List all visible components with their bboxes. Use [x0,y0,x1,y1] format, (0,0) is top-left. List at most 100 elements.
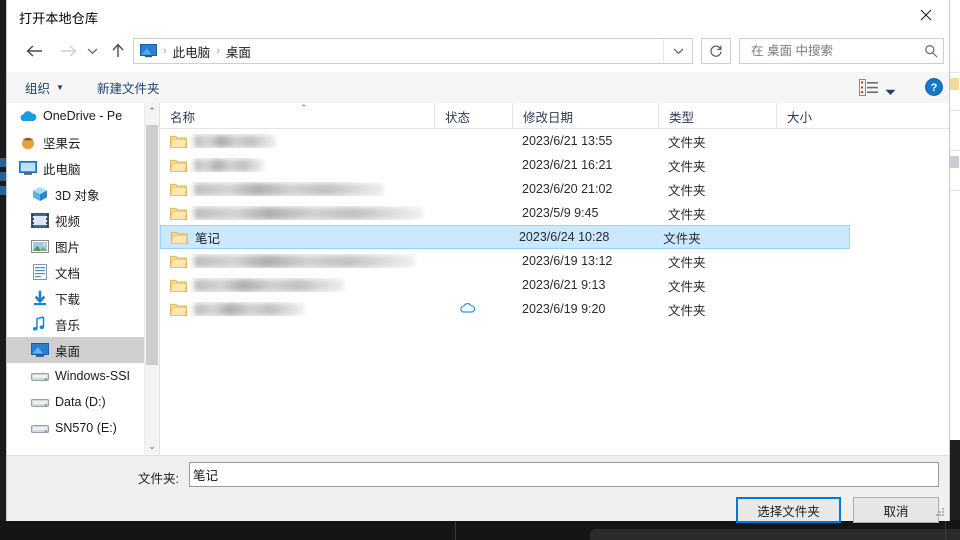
dialog-body: OneDrive - Pe 坚果云此电脑 3D 对象 视频图片文档下载音乐桌面 Wind… [7,103,949,454]
scroll-up-icon[interactable]: ⌃ [145,103,159,119]
sidebar-item-11[interactable]: Data (D:) [7,389,159,415]
dialog-titlebar[interactable]: 打开本地仓库 [7,0,949,32]
open-folder-dialog: 打开本地仓库 › 此电脑 › 桌面 在 桌面 中搜索 组织 ▼ 新建文件夹 ? … [6,0,950,523]
drive-icon [31,393,49,411]
breadcrumb-desktop[interactable]: 桌面 [226,42,251,61]
cell-name [160,302,434,316]
folder-icon [169,302,188,316]
column-header-name[interactable]: 名称 ⌃ [160,103,434,128]
folder-icon [169,206,188,220]
organize-menu-button[interactable]: 组织 ▼ [25,78,64,97]
folder-icon [169,182,188,196]
sidebar-item-7[interactable]: 下载 [7,285,159,311]
desktop-icon [140,44,157,58]
cell-type: 文件夹 [668,135,706,150]
column-header-type[interactable]: 类型 [658,103,776,128]
cell-name [160,158,434,172]
up-icon[interactable] [105,36,131,66]
address-dropdown-chevron-down-icon[interactable] [663,39,692,63]
address-bar[interactable]: › 此电脑 › 桌面 [133,38,693,64]
cell-type: 文件夹 [663,231,701,246]
onedrive-cloud-icon [19,107,37,125]
view-options-chevron-down-icon[interactable] [885,85,896,99]
sidebar-item-1[interactable]: 坚果云 [7,129,159,155]
cell-type: 文件夹 [668,159,706,174]
close-icon[interactable] [903,0,949,30]
cell-date-modified: 2023/6/21 13:55 [522,134,613,148]
sidebar-item-3[interactable]: 3D 对象 [7,181,159,207]
refresh-icon[interactable] [701,38,731,64]
column-header-name-label: 名称 [170,111,196,125]
sidebar-item-label: 音乐 [55,318,81,333]
cell-name [160,278,434,292]
sidebar-item-label: 图片 [55,240,81,255]
nutstore-icon [19,133,37,151]
new-folder-button[interactable]: 新建文件夹 [97,78,160,97]
cell-name [160,254,434,268]
folder-icon [169,158,188,172]
sidebar-scrollbar-thumb[interactable] [146,125,158,365]
music-icon [31,315,49,333]
svg-text:?: ? [931,82,938,94]
drive-icon [31,367,49,385]
cell-date-modified: 2023/6/19 13:12 [522,254,613,268]
file-list-pane: 名称 ⌃ 状态 修改日期 类型 大小 2023/6/21 13:55 文件夹 202… [160,103,949,454]
documents-icon [31,263,49,281]
navigation-pane: OneDrive - Pe 坚果云此电脑 3D 对象 视频图片文档下载音乐桌面 Wind… [7,103,159,454]
column-header-date-modified[interactable]: 修改日期 [512,103,658,128]
dialog-footer: 文件夹: 选择文件夹 取消 [7,455,949,523]
sidebar-item-6[interactable]: 文档 [7,259,159,285]
table-row[interactable]: 2023/5/9 9:45 文件夹 [160,201,949,225]
forward-icon [53,36,83,66]
table-row[interactable]: 2023/6/21 16:21 文件夹 [160,153,949,177]
command-bar: 组织 ▼ 新建文件夹 ? [7,72,949,104]
redacted-file-name [194,134,276,148]
sidebar-item-9[interactable]: 桌面 [7,337,159,363]
table-row[interactable]: 2023/6/21 13:55 文件夹 [160,129,949,153]
sidebar-item-label: 此电脑 [43,162,81,177]
column-header-status[interactable]: 状态 [434,103,512,128]
scroll-down-icon[interactable]: ⌄ [145,438,159,454]
videos-icon [31,211,49,229]
cloud-icon [460,302,476,316]
cell-type: 文件夹 [668,279,706,294]
cell-name [160,206,434,220]
downloads-icon [31,289,49,307]
select-folder-button[interactable]: 选择文件夹 [736,497,841,523]
sidebar-item-0[interactable]: OneDrive - Pe [7,103,159,129]
folder-name-input[interactable] [189,462,939,487]
organize-label: 组织 [25,82,51,96]
column-header-size[interactable]: 大小 [776,103,856,128]
pictures-icon [31,237,49,255]
table-row[interactable]: 2023/6/20 21:02 文件夹 [160,177,949,201]
table-row[interactable]: 2023/6/19 9:20 文件夹 [160,297,949,321]
table-row[interactable]: 笔记 2023/6/24 10:28 文件夹 [160,225,850,249]
sidebar-item-4[interactable]: 视频 [7,207,159,233]
redacted-file-name [194,302,304,316]
sidebar-item-5[interactable]: 图片 [7,233,159,259]
sidebar-scrollbar[interactable]: ⌃ ⌄ [144,103,159,454]
this-pc-icon [19,159,37,177]
sidebar-item-label: 桌面 [55,344,81,359]
cell-name [160,134,434,148]
sidebar-item-12[interactable]: SN570 (E:) [7,415,159,441]
new-folder-label: 新建文件夹 [97,82,160,96]
back-icon[interactable] [19,36,49,66]
sidebar-item-2[interactable]: 此电脑 [7,155,159,181]
sidebar-item-label: 下载 [55,292,81,307]
redacted-file-name [194,278,344,292]
resize-grip[interactable] [935,508,945,518]
table-row[interactable]: 2023/6/19 13:12 文件夹 [160,249,949,273]
dialog-title: 打开本地仓库 [19,11,99,26]
breadcrumb-this-pc[interactable]: 此电脑 [173,42,211,61]
sidebar-item-8[interactable]: 音乐 [7,311,159,337]
search-input[interactable] [749,43,919,59]
details-view-icon[interactable] [859,79,879,96]
recent-locations-chevron-down-icon[interactable] [81,36,103,66]
sidebar-item-10[interactable]: Windows-SSI [7,363,159,389]
search-box[interactable] [739,38,944,64]
cancel-button[interactable]: 取消 [853,497,939,523]
help-icon[interactable]: ? [925,78,943,96]
table-row[interactable]: 2023/6/21 9:13 文件夹 [160,273,949,297]
cell-date-modified: 2023/6/21 16:21 [522,158,613,172]
